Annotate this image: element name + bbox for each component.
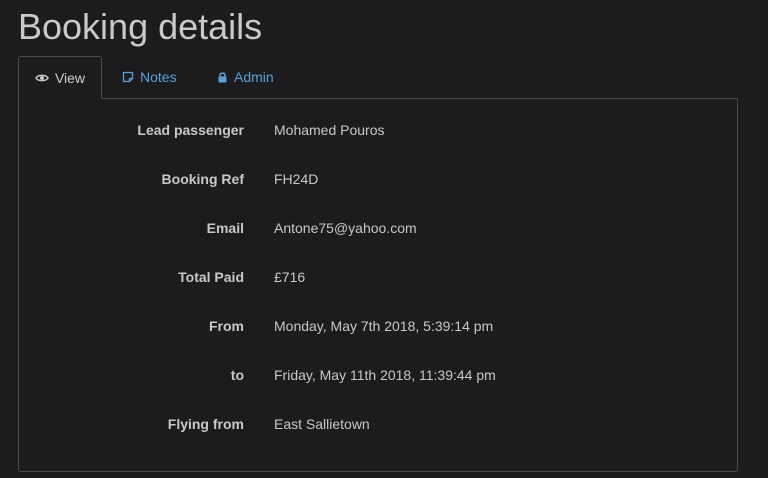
detail-row-total-paid: Total Paid £716 [19, 269, 737, 289]
detail-value: Mohamed Pouros [274, 122, 385, 138]
detail-row-email: Email Antone75@yahoo.com [19, 220, 737, 240]
detail-value: £716 [274, 269, 306, 285]
tab-notes-label: Notes [140, 68, 177, 85]
detail-label: Total Paid [178, 269, 244, 285]
tab-bar: View Notes Admin [18, 56, 738, 99]
tab-view-label: View [54, 69, 86, 86]
detail-label: to [230, 367, 244, 383]
tab-admin[interactable]: Admin [217, 56, 274, 97]
detail-row-flying-from: Flying from East Sallietown [19, 416, 737, 436]
detail-label: Booking Ref [161, 171, 244, 187]
tab-admin-label: Admin [234, 68, 274, 85]
booking-details-page: Booking details View Notes Admin Lead pa… [0, 0, 768, 478]
detail-label: From [209, 318, 244, 334]
detail-value: Monday, May 7th 2018, 5:39:14 pm [274, 318, 494, 334]
detail-label: Email [206, 220, 244, 236]
lock-icon [217, 71, 228, 83]
detail-value: Antone75@yahoo.com [274, 220, 417, 236]
eye-icon [35, 73, 49, 83]
detail-row-from: From Monday, May 7th 2018, 5:39:14 pm [19, 318, 737, 338]
detail-value: Friday, May 11th 2018, 11:39:44 pm [274, 367, 496, 383]
detail-value: FH24D [274, 171, 319, 187]
detail-row-to: to Friday, May 11th 2018, 11:39:44 pm [19, 367, 737, 387]
detail-row-lead-passenger: Lead passenger Mohamed Pouros [19, 122, 737, 142]
detail-row-booking-ref: Booking Ref FH24D [19, 171, 737, 191]
detail-label: Flying from [167, 416, 244, 432]
note-icon [122, 71, 134, 83]
details-panel: Lead passenger Mohamed Pouros Booking Re… [18, 98, 738, 472]
tab-view[interactable]: View [18, 56, 102, 99]
tab-notes[interactable]: Notes [122, 56, 177, 97]
detail-value: East Sallietown [274, 416, 370, 432]
page-title: Booking details [18, 6, 263, 47]
detail-label: Lead passenger [137, 122, 244, 138]
